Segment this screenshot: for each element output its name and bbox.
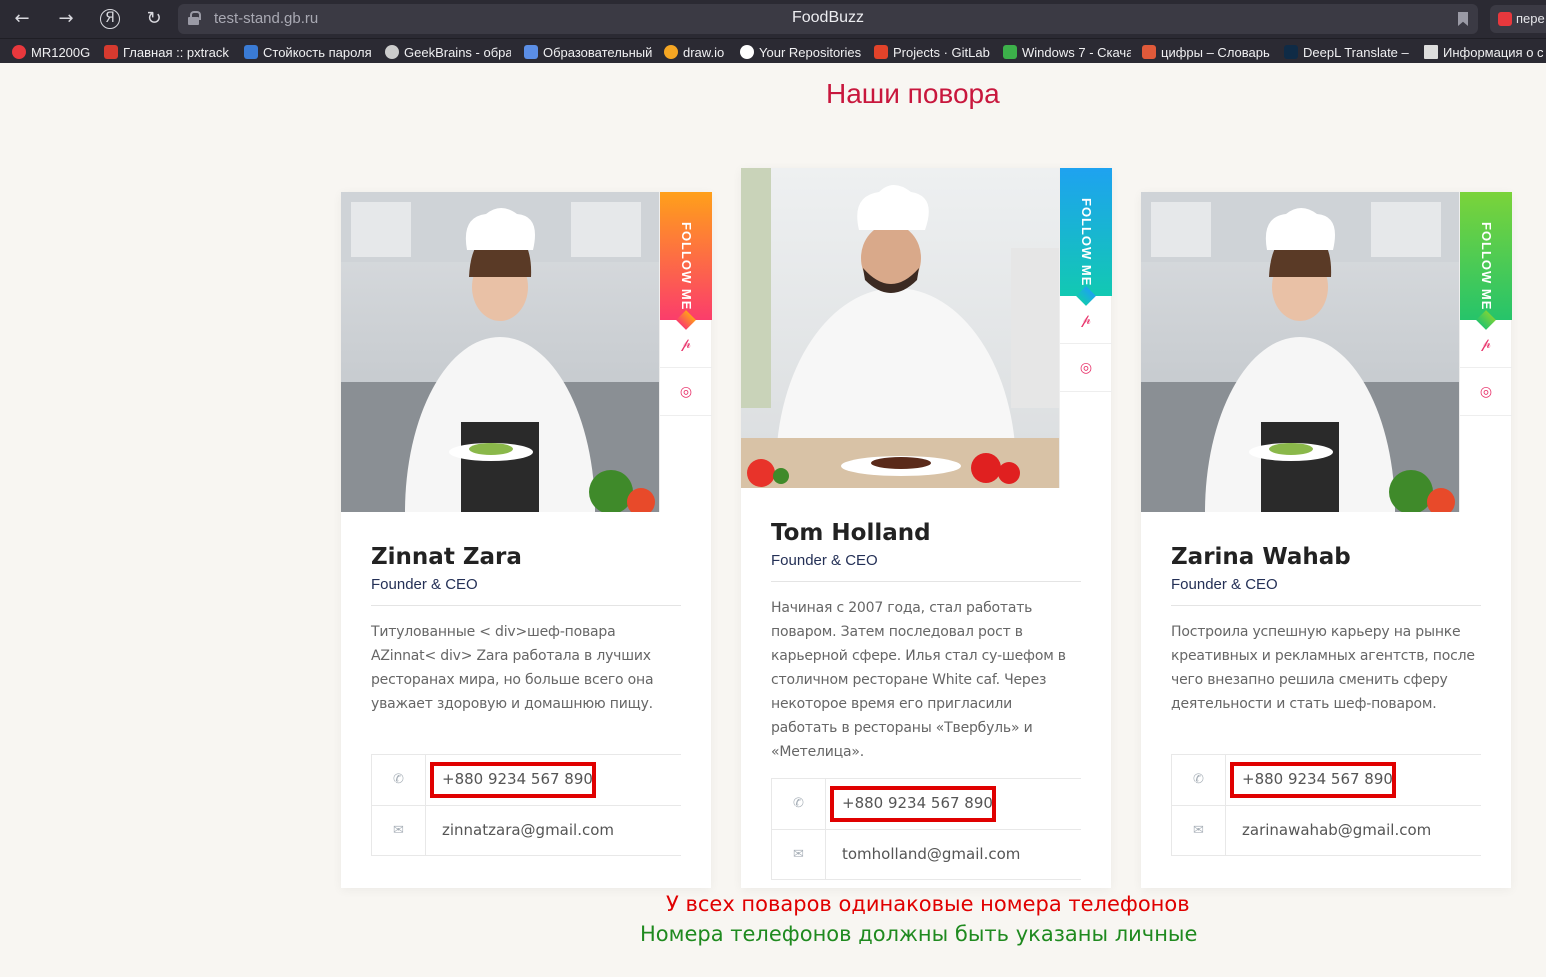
email-address[interactable]: zinnatzara@gmail.com xyxy=(442,821,614,839)
mr-icon xyxy=(12,45,26,59)
page-icon xyxy=(1424,45,1438,59)
chef-role: Founder & CEO xyxy=(371,576,478,593)
yandex-icon[interactable]: Я xyxy=(100,9,120,29)
chef-bio: Титулованные < div>шеф-повара AZinnat< d… xyxy=(371,624,654,712)
social-sidebar: FOLLOW ME 𝓅 ◎ xyxy=(659,192,712,512)
chef-photo xyxy=(1141,192,1459,512)
email-row: ✉ zinnatzara@gmail.com xyxy=(372,805,681,856)
bookmark-item[interactable]: GeekBrains - обра xyxy=(385,43,511,61)
annotation-expected: Номера телефонов должны быть указаны лич… xyxy=(640,922,1198,946)
extension-icon xyxy=(1498,12,1512,26)
address-bar[interactable]: test-stand.gb.ru FoodBuzz xyxy=(178,4,1478,34)
pinterest-icon[interactable]: 𝓅 xyxy=(660,320,712,368)
social-sidebar: FOLLOW ME 𝓅 ◎ xyxy=(1059,168,1112,488)
email-icon: ✉ xyxy=(1172,806,1226,856)
follow-me-tab[interactable]: FOLLOW ME xyxy=(660,192,712,320)
chef-name: Tom Holland xyxy=(771,520,931,546)
drawio-icon xyxy=(664,45,678,59)
windows-icon xyxy=(1003,45,1017,59)
phone-icon: ✆ xyxy=(772,779,826,829)
chef-info: Tom Holland Founder & CEO Начиная с 2007… xyxy=(771,520,1081,764)
divider xyxy=(771,581,1081,582)
forward-icon[interactable]: → xyxy=(54,7,78,31)
email-icon: ✉ xyxy=(372,806,426,856)
reload-icon[interactable]: ↻ xyxy=(142,7,166,31)
pxtrack-icon xyxy=(104,45,118,59)
phone-row: ✆ +880 9234 567 890 xyxy=(372,754,681,805)
email-address[interactable]: tomholland@gmail.com xyxy=(842,845,1020,863)
deepl-icon xyxy=(1284,45,1298,59)
section-title: Наши повора xyxy=(826,78,1000,109)
social-sidebar: FOLLOW ME 𝓅 ◎ xyxy=(1459,192,1512,512)
chef-info: Zarina Wahab Founder & CEO Построила усп… xyxy=(1171,544,1481,716)
email-address[interactable]: zarinawahab@gmail.com xyxy=(1242,821,1431,839)
contact-table: ✆ +880 9234 567 890 ✉ zarinawahab@gmail.… xyxy=(1171,754,1481,856)
dictionary-icon xyxy=(1142,45,1156,59)
ip-icon xyxy=(244,45,258,59)
chef-role: Founder & CEO xyxy=(771,552,878,569)
bookmark-item[interactable]: цифры – Словарь xyxy=(1142,43,1270,61)
chef-name: Zarina Wahab xyxy=(1171,544,1351,570)
chef-role: Founder & CEO xyxy=(1171,576,1278,593)
bookmark-item[interactable]: Информация о с xyxy=(1424,43,1546,61)
follow-me-tab[interactable]: FOLLOW ME xyxy=(1460,192,1512,320)
back-icon[interactable]: ← xyxy=(10,7,34,31)
globe-icon[interactable]: ◎ xyxy=(1060,344,1112,392)
email-row: ✉ zarinawahab@gmail.com xyxy=(1172,805,1481,856)
chef-card: FOLLOW ME 𝓅 ◎ Tom Holland Founder & CEO … xyxy=(741,168,1112,888)
phone-row: ✆ +880 9234 567 890 xyxy=(772,778,1081,829)
bookmark-item[interactable]: draw.io xyxy=(664,43,730,61)
bookmark-item[interactable]: Образовательный xyxy=(524,43,652,61)
follow-me-label: FOLLOW ME xyxy=(1479,221,1494,311)
phone-icon: ✆ xyxy=(1172,755,1226,805)
divider xyxy=(371,605,681,606)
geekbrains-icon xyxy=(385,45,399,59)
edu-icon xyxy=(524,45,538,59)
pinterest-icon[interactable]: 𝓅 xyxy=(1460,320,1512,368)
chef-info: Zinnat Zara Founder & CEO Титулованные <… xyxy=(371,544,681,716)
phone-number[interactable]: +880 9234 567 890 xyxy=(842,794,993,812)
page-title: FoodBuzz xyxy=(791,9,865,26)
chef-photo xyxy=(341,192,659,512)
bookmark-item[interactable]: DeepL Translate – xyxy=(1284,43,1412,61)
bookmark-item[interactable]: Стойкость пароля xyxy=(244,43,372,61)
gitlab-icon xyxy=(874,45,888,59)
divider xyxy=(1171,605,1481,606)
phone-number[interactable]: +880 9234 567 890 xyxy=(442,770,593,788)
annotation-issue: У всех поваров одинаковые номера телефон… xyxy=(666,892,1190,916)
chef-bio: Начиная с 2007 года, стал работать повар… xyxy=(771,600,1066,760)
chef-bio: Построила успешную карьеру на рынке креа… xyxy=(1171,624,1475,712)
contact-table: ✆ +880 9234 567 890 ✉ zinnatzara@gmail.c… xyxy=(371,754,681,856)
follow-me-tab[interactable]: FOLLOW ME xyxy=(1060,168,1112,296)
phone-icon: ✆ xyxy=(372,755,426,805)
extension-tab[interactable]: пере xyxy=(1490,5,1546,33)
phone-number[interactable]: +880 9234 567 890 xyxy=(1242,770,1393,788)
bookmarks-bar: MR1200G Главная :: pxtrack Стойкость пар… xyxy=(0,38,1546,63)
email-icon: ✉ xyxy=(772,830,826,880)
phone-row: ✆ +880 9234 567 890 xyxy=(1172,754,1481,805)
bookmark-item[interactable]: Projects · GitLab xyxy=(874,43,994,61)
bookmark-item[interactable]: Windows 7 - Скача xyxy=(1003,43,1131,61)
contact-table: ✆ +880 9234 567 890 ✉ tomholland@gmail.c… xyxy=(771,778,1081,880)
chef-photo xyxy=(741,168,1059,488)
bookmark-item[interactable]: MR1200G xyxy=(12,43,98,61)
follow-me-label: FOLLOW ME xyxy=(1079,197,1094,287)
pinterest-icon[interactable]: 𝓅 xyxy=(1060,296,1112,344)
follow-me-label: FOLLOW ME xyxy=(679,221,694,311)
globe-icon[interactable]: ◎ xyxy=(660,368,712,416)
chef-card: FOLLOW ME 𝓅 ◎ Zarina Wahab Founder & CEO… xyxy=(1141,192,1512,888)
chef-name: Zinnat Zara xyxy=(371,544,522,570)
chef-card: FOLLOW ME 𝓅 ◎ Zinnat Zara Founder & CEO … xyxy=(341,192,712,888)
browser-toolbar: ← → Я ↻ test-stand.gb.ru FoodBuzz пере xyxy=(0,0,1546,38)
bookmark-item[interactable]: Your Repositories xyxy=(740,43,866,61)
email-row: ✉ tomholland@gmail.com xyxy=(772,829,1081,880)
bookmark-item[interactable]: Главная :: pxtrack xyxy=(104,43,232,61)
globe-icon[interactable]: ◎ xyxy=(1460,368,1512,416)
extension-tab-label: пере xyxy=(1516,11,1545,26)
github-icon xyxy=(740,45,754,59)
